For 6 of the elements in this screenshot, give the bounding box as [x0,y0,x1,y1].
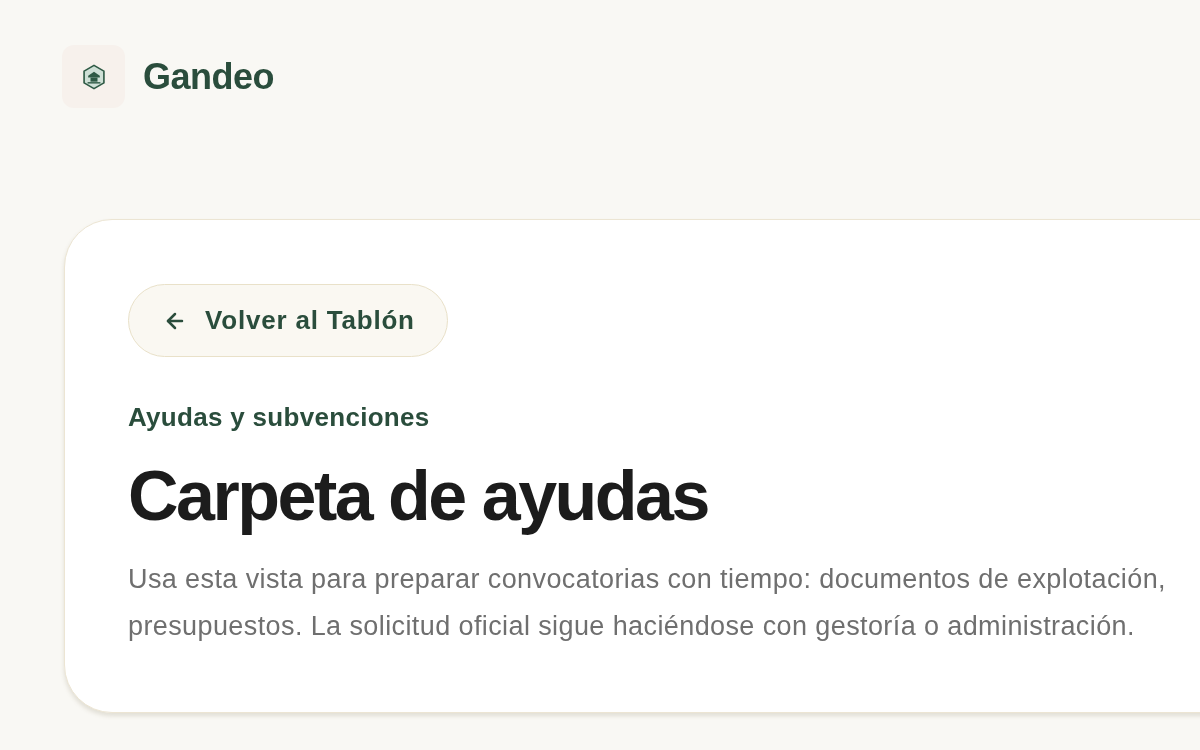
description-text: Usa esta vista para preparar convocatorias con tiempo: documentos de explotación, presupuestos. La solicitud oficial sigue haciéndose con gestoría o administración. [128,563,1166,643]
back-button[interactable]: Volver al Tablón [128,284,448,357]
logo-icon [62,45,125,108]
brand-name: Gandeo [143,54,274,99]
section-label: Ayudas y subvenciones [128,401,430,433]
page-title: Carpeta de ayudas [128,456,708,536]
